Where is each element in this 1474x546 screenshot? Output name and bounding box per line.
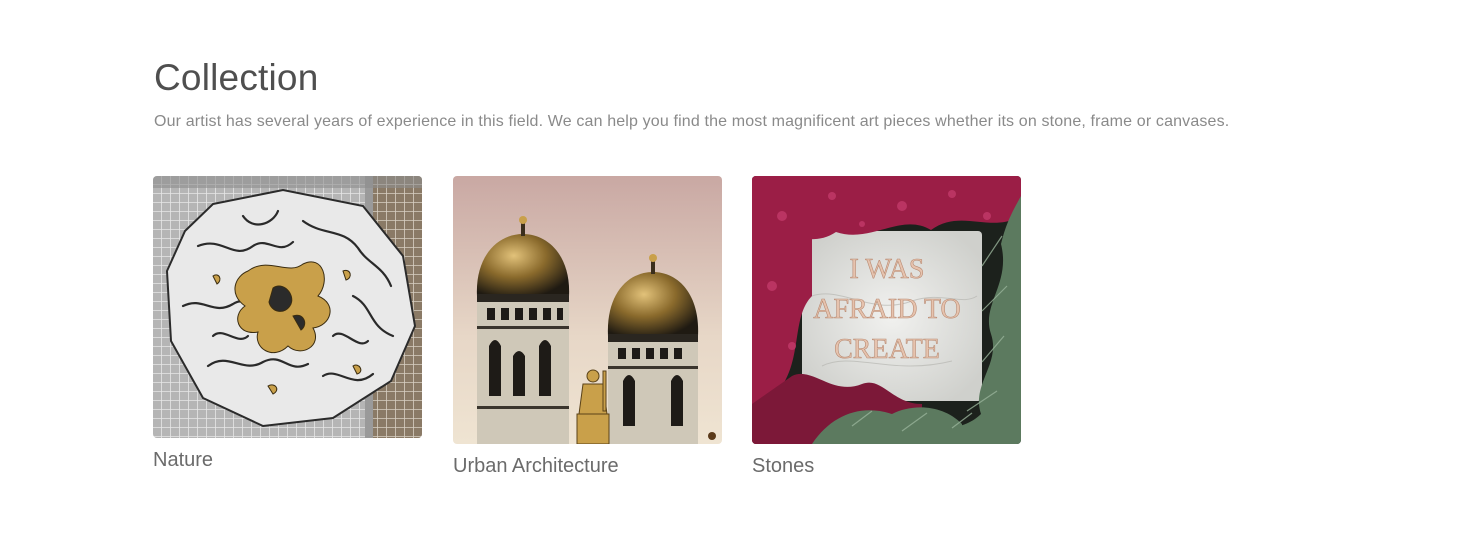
- stones-artwork-image[interactable]: I WAS AFRAID TO CREATE: [752, 176, 1021, 444]
- engraving-line-3: CREATE: [834, 334, 940, 365]
- collection-section: Collection Our artist has several years …: [154, 56, 1354, 132]
- nature-artwork-image[interactable]: [153, 176, 422, 438]
- engraving-line-1: I WAS: [850, 254, 925, 285]
- collection-description: Our artist has several years of experien…: [154, 113, 1230, 130]
- card-label-stones[interactable]: Stones: [752, 454, 1021, 478]
- card-label-urban-architecture[interactable]: Urban Architecture: [453, 454, 722, 478]
- card-label-nature[interactable]: Nature: [153, 448, 422, 472]
- engraving-line-2: AFRAID TO: [813, 294, 961, 325]
- collection-card-stones[interactable]: I WAS AFRAID TO CREATE Stones: [752, 176, 1021, 478]
- collection-card-nature[interactable]: Nature: [153, 176, 422, 472]
- urban-architecture-artwork-image[interactable]: [453, 176, 722, 444]
- collection-title: Collection: [154, 57, 319, 98]
- collection-card-urban-architecture[interactable]: Urban Architecture: [453, 176, 722, 478]
